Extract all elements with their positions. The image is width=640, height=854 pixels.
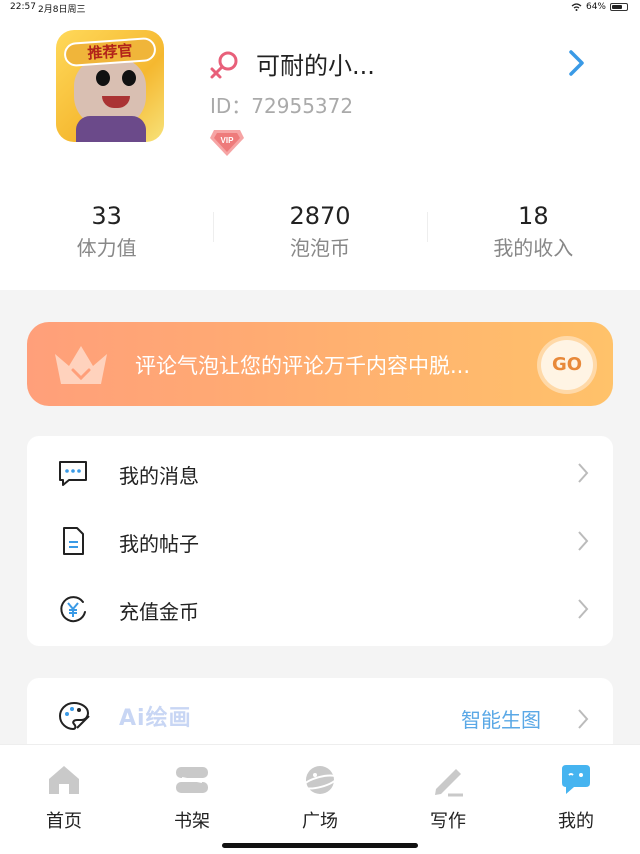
stat-value: 33 [91,202,122,230]
chevron-right-icon[interactable] [566,48,588,78]
wifi-icon [571,3,582,11]
palette-icon [58,701,90,731]
menu-item-label: 充值金币 [119,600,199,624]
bottom-tab-bar: 首页 书架 广场 写作 我的 [0,744,640,854]
tab-label: 书架 [174,811,210,832]
home-icon [49,766,79,794]
stat-value: 18 [518,202,549,230]
comment-bubble-promo-banner[interactable]: 评论气泡让您的评论万千内容中脱... GO [27,322,613,406]
menu-item-posts[interactable]: 我的帖子 [27,504,613,572]
status-time: 22:57 [10,2,36,12]
planet-icon [302,766,338,794]
tab-label: 广场 [302,811,338,832]
tab-label: 首页 [46,811,82,832]
menu-item-label: 我的消息 [119,464,199,488]
battery-percent: 64% [585,2,606,12]
user-id: ID：72955372 [210,94,354,118]
chevron-right-icon [578,709,589,729]
menu-item-recharge[interactable]: 充值金币 [27,572,613,640]
stat-income[interactable]: 18 我的收入 [426,172,640,290]
tab-bookshelf[interactable]: 书架 [128,745,256,854]
avatar-eye [122,70,136,86]
username: 可耐的小... [256,52,375,80]
menu-item-label: 我的帖子 [119,532,199,556]
tab-write[interactable]: 写作 [384,745,512,854]
avatar-body [76,116,146,142]
tab-home[interactable]: 首页 [0,745,128,854]
avatar[interactable]: 推荐官 [56,30,164,142]
stat-value: 2870 [289,202,351,230]
chevron-right-icon [578,463,589,483]
tab-mine[interactable]: 我的 [512,745,640,854]
tab-label: 我的 [558,811,594,832]
stat-label: 泡泡币 [289,236,350,260]
crown-icon [55,346,107,384]
menu-card: 我的消息 我的帖子 充值金币 [27,436,613,646]
message-icon [59,461,87,486]
yuan-coin-icon [60,596,86,623]
pencil-icon [435,769,463,797]
stat-label: 我的收入 [493,236,574,260]
vip-label: VIP [221,136,235,145]
stats-row: 33 体力值 2870 泡泡币 18 我的收入 [0,172,640,290]
ai-painting-subtitle: 智能生图 [461,708,541,732]
bookshelf-icon [176,767,208,793]
tab-square[interactable]: 广场 [256,745,384,854]
stat-label: 体力值 [76,236,137,260]
status-date: 2月8日周三 [38,5,86,15]
battery-icon [610,3,628,11]
go-button[interactable]: GO [537,336,597,394]
chevron-right-icon [578,599,589,619]
banner-text: 评论气泡让您的评论万千内容中脱... [135,354,471,378]
recommender-badge: 推荐官 [63,36,157,68]
status-bar: 22:57 2月8日周三 64% [0,0,640,16]
vip-badge-icon[interactable]: VIP [210,126,244,156]
menu-item-messages[interactable]: 我的消息 [27,436,613,504]
profile-header[interactable]: 推荐官 可耐的小... ID：72955372 VIP [0,16,640,172]
stat-stamina[interactable]: 33 体力值 [0,172,213,290]
status-right: 64% [571,2,628,12]
home-indicator[interactable] [222,843,418,848]
tab-label: 写作 [430,811,466,832]
stat-bubble-coins[interactable]: 2870 泡泡币 [213,172,426,290]
document-icon [63,527,84,555]
chat-bubble-icon [562,765,590,794]
avatar-eye [96,70,110,86]
chevron-right-icon [578,531,589,551]
ai-painting-title: Ai绘画 [119,706,192,731]
female-gender-icon [210,51,238,79]
